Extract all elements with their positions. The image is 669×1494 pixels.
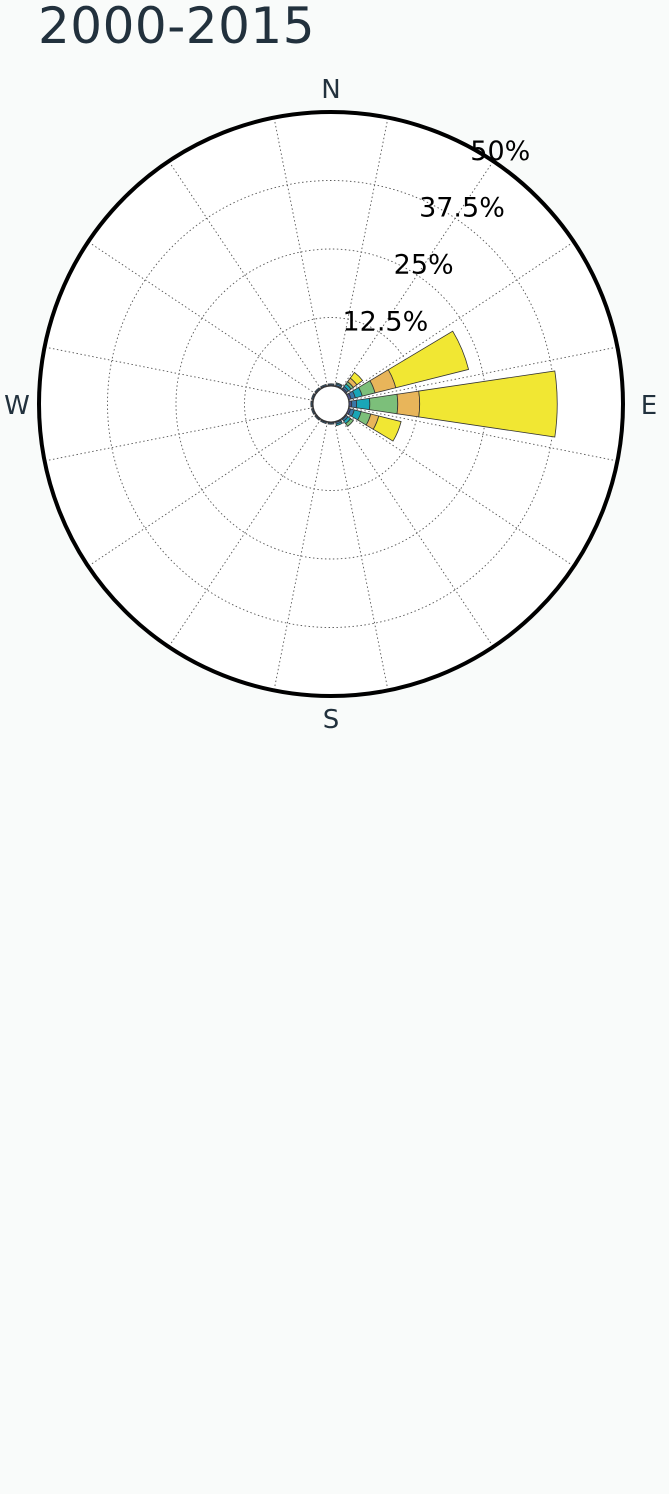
bar-segment [351, 399, 358, 409]
wind-rose-chart: 12.5% 25% 37.5% 50% N E S W [4, 75, 657, 735]
radial-tick-label: 37.5% [419, 193, 505, 224]
direction-label-e: E [641, 391, 657, 421]
bar-segment [396, 390, 421, 418]
bar-segment [355, 397, 371, 411]
radial-tick-label: 25% [394, 249, 454, 280]
bar-segment [310, 400, 313, 408]
direction-label-n: N [321, 75, 340, 105]
direction-label-w: W [4, 391, 30, 421]
direction-label-s: S [323, 705, 340, 735]
radial-tick-label: 12.5% [342, 306, 428, 337]
center-calm-circle [312, 385, 350, 423]
radial-tick-label: 50% [470, 136, 530, 167]
bar-segment [327, 383, 335, 386]
bar-segment [327, 422, 335, 425]
